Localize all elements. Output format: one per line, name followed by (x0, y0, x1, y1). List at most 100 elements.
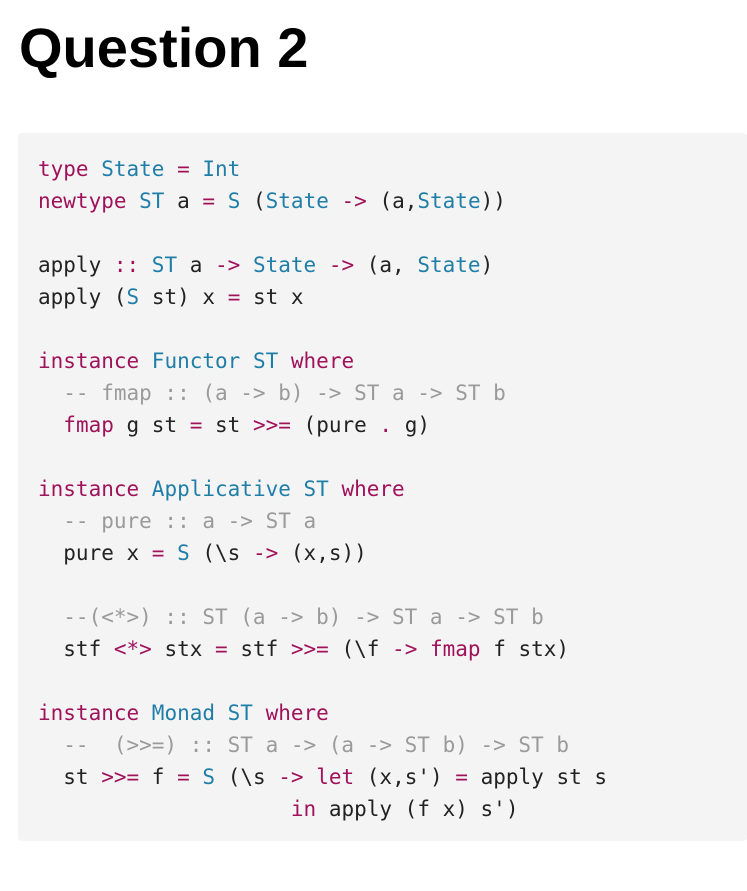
code-token: apply st s (467, 765, 608, 789)
code-token: apply ( (38, 285, 127, 309)
code-token: State (265, 189, 329, 213)
page-title: Question 2 (19, 16, 309, 79)
code-token: State (417, 253, 481, 277)
code-token: S (126, 285, 140, 309)
code-token: = (177, 765, 190, 789)
code-line: type State = Int (38, 153, 747, 185)
code-token: (a, (354, 253, 418, 277)
code-line: apply :: ST a -> State -> (a, State) (38, 249, 747, 281)
code-line: st >>= f = S (\s -> let (x,s') = apply s… (38, 761, 747, 793)
code-token: S (164, 541, 190, 565)
code-token: ST (139, 253, 178, 277)
code-line: -- pure :: a -> ST a (38, 505, 747, 537)
code-token: State (88, 157, 165, 181)
code-token: (\s (215, 765, 279, 789)
code-line: --(<*>) :: ST (a -> b) -> ST a -> ST b (38, 601, 747, 633)
code-token: apply (f x) s') (316, 797, 519, 821)
code-token: (pure (290, 413, 380, 437)
code-token: st) x (139, 285, 228, 309)
code-token: (\f (328, 637, 393, 661)
code-line: in apply (f x) s') (38, 793, 747, 825)
haskell-code: type State = Int newtype ST a = S (State … (38, 153, 747, 825)
code-token: ( (240, 189, 266, 213)
code-token: Applicative (139, 477, 291, 501)
code-token: Monad (139, 701, 216, 725)
code-token: . (379, 413, 393, 437)
code-token: = (164, 157, 190, 181)
code-token: ST (126, 189, 165, 213)
code-token: instance (38, 477, 140, 501)
code-token: --(<*>) :: ST (a -> b) -> ST a -> ST b (38, 605, 544, 629)
code-token: g st (113, 413, 190, 437)
code-token: -> (252, 541, 279, 565)
code-token: stf (227, 637, 291, 661)
code-token: instance (38, 701, 140, 725)
code-token: (x,s') (354, 765, 456, 789)
code-token: let (303, 765, 355, 789)
code-line: -- fmap :: (a -> b) -> ST a -> ST b (38, 377, 747, 409)
code-token: where (328, 477, 405, 501)
code-line: -- (>>=) :: ST a -> (a -> ST b) -> ST b (38, 729, 747, 761)
code-line: newtype ST a = S (State -> (a,State)) (38, 185, 747, 217)
code-token: -> (215, 253, 241, 277)
code-line: fmap g st = st >>= (pure . g) (38, 409, 747, 441)
code-token: >>= (101, 765, 140, 789)
code-token: State (240, 253, 317, 277)
code-token: fmap (417, 637, 481, 661)
code-line: instance Functor ST where (38, 345, 747, 377)
code-token: Functor (139, 349, 241, 373)
code-line: instance Applicative ST where (38, 473, 747, 505)
code-token: instance (38, 349, 140, 373)
code-token: ) (480, 253, 494, 277)
code-token: apply (38, 253, 114, 277)
code-token: -> (316, 253, 355, 277)
code-token: = (151, 541, 165, 565)
code-token: f (139, 765, 178, 789)
code-token: where (278, 349, 355, 373)
code-token: >>= (252, 413, 291, 437)
code-token: g) (392, 413, 431, 437)
code-token: -- fmap :: (a -> b) -> ST a -> ST b (38, 381, 506, 405)
code-token: ST (290, 477, 329, 501)
code-token: Int (189, 157, 241, 181)
code-token: (a, (366, 189, 418, 213)
code-line: stf <*> stx = stf >>= (\f -> fmap f stx) (38, 633, 747, 665)
code-token: (\s (189, 541, 253, 565)
code-token: a (177, 253, 216, 277)
code-token: )) (480, 189, 506, 213)
code-token: >>= (290, 637, 329, 661)
code-token: = (202, 189, 216, 213)
code-token: -- (>>=) :: ST a -> (a -> ST b) -> ST b (38, 733, 570, 757)
code-line: instance Monad ST where (38, 697, 747, 729)
code-token: type (38, 157, 89, 181)
code-token: f stx) (480, 637, 570, 661)
code-token: st (38, 765, 102, 789)
code-token: S (189, 765, 216, 789)
code-token: = (215, 637, 228, 661)
code-token: st x (240, 285, 304, 309)
code-token: = (189, 413, 203, 437)
code-line: apply (S st) x = st x (38, 281, 747, 313)
code-token: <*> (113, 637, 152, 661)
code-token: -- pure :: a -> ST a (38, 509, 317, 533)
code-token: ST (215, 701, 253, 725)
code-token: (x,s)) (278, 541, 367, 565)
code-token: -> (392, 637, 418, 661)
code-token: ST (240, 349, 279, 373)
code-token: a (164, 189, 203, 213)
code-token: = (455, 765, 468, 789)
code-token: st (202, 413, 253, 437)
code-line: pure x = S (\s -> (x,s)) (38, 537, 747, 569)
code-token: = (227, 285, 241, 309)
code-block: type State = Int newtype ST a = S (State … (18, 133, 747, 841)
code-token: stx (151, 637, 216, 661)
code-token: fmap (63, 413, 114, 437)
code-token: :: (113, 253, 140, 277)
code-token: -> (278, 765, 304, 789)
